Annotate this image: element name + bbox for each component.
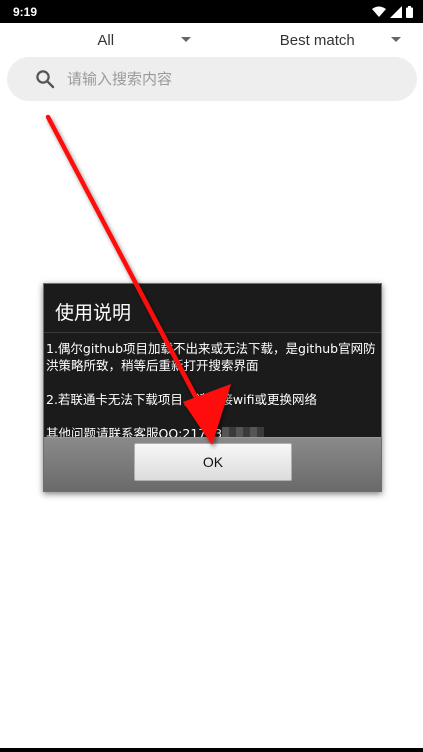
caret-down-icon [390,37,401,42]
status-icons [372,5,413,18]
caret-down-icon [181,37,191,42]
sort-filter-label: Best match [279,31,355,49]
dialog-line-1: 1.偶尔github项目加载不出来或无法下载，是github官网防洪策略所致，稍… [46,341,376,373]
status-time: 9:19 [13,4,38,19]
signal-icon [390,5,402,18]
dialog-button-bar: OK [44,437,381,491]
ok-button[interactable]: OK [134,443,292,481]
usage-instructions-dialog: 使用说明 1.偶尔github项目加载不出来或无法下载，是github官网防洪策… [43,283,382,492]
filter-row: All Best match [0,23,423,57]
search-bar [7,57,417,101]
dialog-line-2: 2.若联通卡无法下载项目，请连接wifi或更换网络 [46,392,317,407]
status-bar: 9:19 [0,0,423,23]
wifi-icon [372,6,386,17]
battery-icon [406,5,413,18]
scope-filter-label: All [97,31,115,49]
search-input[interactable] [67,57,387,101]
navigation-bar [0,748,423,752]
dialog-divider [44,332,381,333]
dialog-message: 1.偶尔github项目加载不出来或无法下载，是github官网防洪策略所致，稍… [46,340,380,442]
scope-filter-dropdown[interactable]: All [0,23,212,57]
dialog-title: 使用说明 [55,302,132,324]
sort-filter-dropdown[interactable]: Best match [212,23,423,57]
search-icon [36,70,55,89]
